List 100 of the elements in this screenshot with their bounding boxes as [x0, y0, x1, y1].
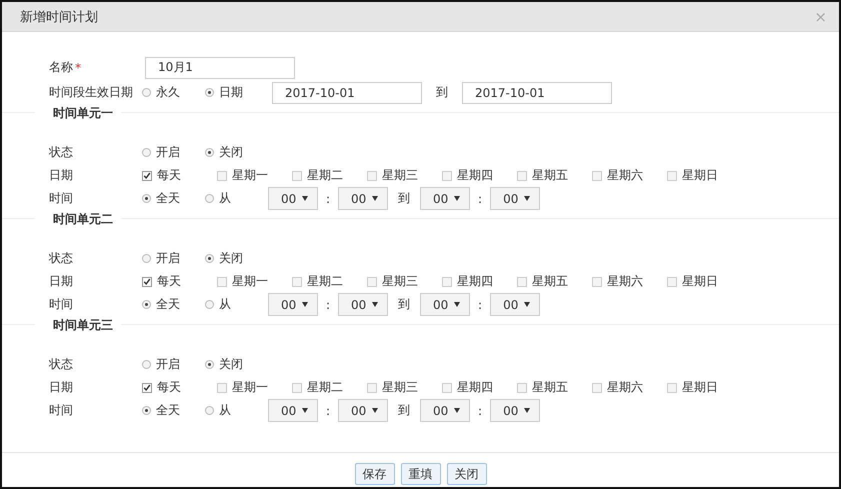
checkbox-option[interactable]: 星期五 [517, 167, 592, 184]
checkbox-option[interactable]: 星期五 [517, 273, 592, 290]
radio-button[interactable] [205, 254, 214, 263]
checkbox[interactable] [367, 170, 377, 180]
radio-option[interactable]: 关闭 [205, 144, 268, 161]
radio-option[interactable]: 永久 [142, 84, 205, 101]
radio-button[interactable] [205, 148, 214, 157]
checkbox[interactable] [217, 382, 227, 392]
time-select[interactable]: 00 [338, 399, 388, 422]
checkbox[interactable] [292, 170, 302, 180]
checkbox-option[interactable]: 星期二 [292, 273, 367, 290]
radio-button[interactable] [205, 406, 214, 415]
checkbox[interactable] [667, 276, 677, 286]
radio-option[interactable]: 关闭 [205, 250, 268, 267]
caret-icon [302, 196, 308, 201]
time-select[interactable]: 00 [490, 293, 540, 316]
checkbox[interactable] [592, 276, 602, 286]
caret-icon [524, 302, 530, 307]
checkbox-option[interactable]: 星期五 [517, 379, 592, 396]
checkbox-option[interactable]: 每天 [142, 167, 217, 184]
checkbox[interactable] [517, 382, 527, 392]
footer-button[interactable]: 保存 [354, 463, 394, 485]
checkbox[interactable] [592, 382, 602, 392]
checkbox[interactable] [367, 382, 377, 392]
radio-button[interactable] [205, 300, 214, 309]
checkbox[interactable] [667, 382, 677, 392]
checkbox-option[interactable]: 星期日 [667, 167, 742, 184]
checkbox-option[interactable]: 星期三 [367, 167, 442, 184]
checkbox[interactable] [592, 170, 602, 180]
radio-button[interactable] [142, 148, 151, 157]
time-select[interactable]: 00 [268, 293, 318, 316]
name-input[interactable]: 10月1 [145, 56, 295, 78]
footer-button[interactable]: 重填 [400, 463, 440, 485]
checkbox[interactable] [667, 170, 677, 180]
checkbox-option[interactable]: 每天 [142, 379, 217, 396]
date-input[interactable]: 2017-10-01 [272, 82, 422, 104]
time-select[interactable]: 00 [490, 187, 540, 210]
checkbox-option[interactable]: 星期二 [292, 167, 367, 184]
date-input[interactable]: 2017-10-01 [462, 82, 612, 104]
time-select[interactable]: 00 [268, 187, 318, 210]
checkbox-option[interactable]: 星期日 [667, 273, 742, 290]
radio-button[interactable] [142, 300, 151, 309]
checkbox-option[interactable]: 星期一 [217, 167, 292, 184]
radio-option[interactable]: 全天 [142, 402, 205, 419]
radio-option[interactable]: 从 [205, 402, 268, 419]
radio-option[interactable]: 全天 [142, 296, 205, 313]
radio-option[interactable]: 开启 [142, 250, 205, 267]
checkbox[interactable] [142, 170, 152, 180]
checkbox-option[interactable]: 星期四 [442, 273, 517, 290]
time-select[interactable]: 00 [420, 399, 470, 422]
checkbox-option[interactable]: 星期六 [592, 167, 667, 184]
radio-button[interactable] [142, 88, 151, 97]
checkbox-option[interactable]: 星期二 [292, 379, 367, 396]
checkbox-option[interactable]: 每天 [142, 273, 217, 290]
checkbox[interactable] [217, 276, 227, 286]
checkbox-option[interactable]: 星期日 [667, 379, 742, 396]
radio-option[interactable]: 开启 [142, 356, 205, 373]
caret-icon [454, 196, 460, 201]
time-select[interactable]: 00 [268, 399, 318, 422]
time-select[interactable]: 00 [420, 187, 470, 210]
checkbox-option[interactable]: 星期四 [442, 379, 517, 396]
checkbox[interactable] [442, 170, 452, 180]
field-label: 日期 [49, 273, 74, 290]
radio-option[interactable]: 从 [205, 296, 268, 313]
checkbox[interactable] [517, 170, 527, 180]
radio-option[interactable]: 关闭 [205, 356, 268, 373]
checkbox-option[interactable]: 星期四 [442, 167, 517, 184]
radio-button[interactable] [142, 406, 151, 415]
checkbox-option[interactable]: 星期六 [592, 273, 667, 290]
radio-button[interactable] [142, 194, 151, 203]
caret-icon [302, 302, 308, 307]
checkbox[interactable] [442, 276, 452, 286]
checkbox-option[interactable]: 星期六 [592, 379, 667, 396]
radio-option[interactable]: 全天 [142, 190, 205, 207]
radio-button[interactable] [205, 360, 214, 369]
checkbox-option[interactable]: 星期一 [217, 379, 292, 396]
time-select[interactable]: 00 [338, 293, 388, 316]
radio-button[interactable] [205, 88, 214, 97]
radio-button[interactable] [142, 360, 151, 369]
checkbox[interactable] [217, 170, 227, 180]
checkbox-option[interactable]: 星期三 [367, 379, 442, 396]
checkbox[interactable] [142, 382, 152, 392]
checkbox[interactable] [142, 276, 152, 286]
time-select[interactable]: 00 [338, 187, 388, 210]
footer-button[interactable]: 关闭 [446, 463, 486, 485]
checkbox[interactable] [517, 276, 527, 286]
checkbox[interactable] [442, 382, 452, 392]
checkbox[interactable] [292, 382, 302, 392]
field-label: 状态 [49, 356, 74, 373]
checkbox-option[interactable]: 星期三 [367, 273, 442, 290]
time-select[interactable]: 00 [490, 399, 540, 422]
radio-option[interactable]: 日期 [205, 84, 268, 101]
radio-option[interactable]: 从 [205, 190, 268, 207]
radio-option[interactable]: 开启 [142, 144, 205, 161]
radio-button[interactable] [205, 194, 214, 203]
checkbox[interactable] [292, 276, 302, 286]
checkbox[interactable] [367, 276, 377, 286]
checkbox-option[interactable]: 星期一 [217, 273, 292, 290]
time-select[interactable]: 00 [420, 293, 470, 316]
radio-button[interactable] [142, 254, 151, 263]
